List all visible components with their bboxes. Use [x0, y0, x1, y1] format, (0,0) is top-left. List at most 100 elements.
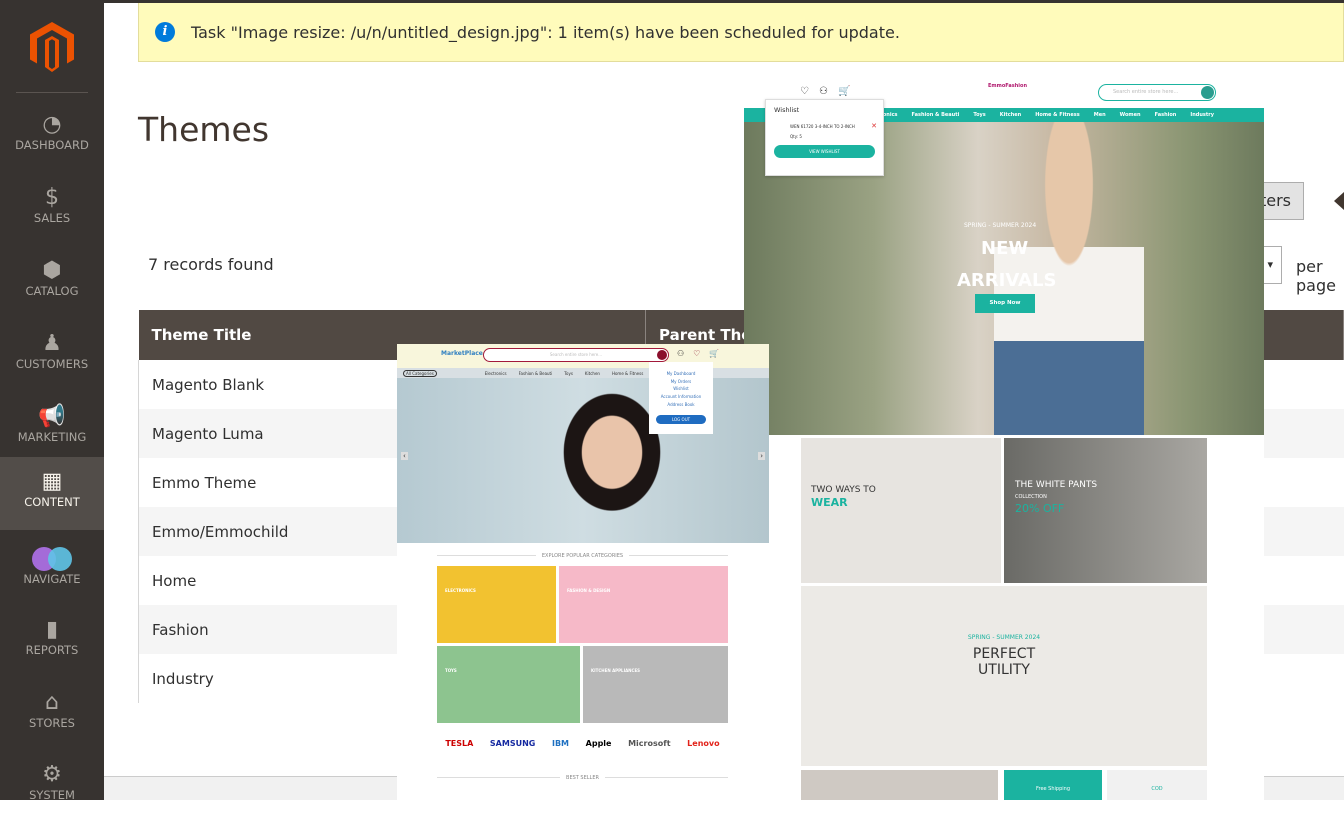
wishlist-title: Wishlist	[774, 106, 800, 114]
menu-item[interactable]: Men	[1094, 112, 1106, 118]
hero-title-1: NEW	[981, 238, 1029, 259]
records-count: 7 records found	[148, 255, 274, 274]
sidebar-item-customers[interactable]: ♟ CUSTOMERS	[0, 319, 104, 392]
view-wishlist-button[interactable]: VIEW WISHLIST	[774, 145, 875, 158]
tile-text: THE WHITE PANTS	[1015, 480, 1098, 490]
hero-title-2: ARRIVALS	[957, 270, 1057, 291]
remove-icon[interactable]: ✕	[871, 122, 877, 130]
sidebar-item-stores[interactable]: ⌂ STORES	[0, 678, 104, 751]
system-message: i Task "Image resize: /u/n/untitled_desi…	[138, 3, 1344, 62]
sidebar-item-catalog[interactable]: ⬢ CATALOG	[0, 246, 104, 319]
tile-text: COLLECTION	[1015, 494, 1047, 500]
user-icon[interactable]: ⚇	[819, 86, 838, 97]
account-dropdown: My Dashboard My Orders Wishlist Account Inf…	[649, 362, 713, 434]
shop-now-button[interactable]: Shop Now	[975, 294, 1035, 313]
cart-icon[interactable]: 🛒	[838, 86, 860, 97]
slider-next-icon[interactable]: ›	[758, 452, 765, 460]
wishlist-item[interactable]: WEN 61720 3-4-INCH TO 2-INCH	[790, 124, 875, 129]
menu-item[interactable]: Toys	[973, 112, 985, 118]
dashboard-icon: ◔	[42, 112, 62, 137]
store-logo: EmmoFashion	[988, 83, 1028, 89]
cart-icon[interactable]: 🛒	[709, 349, 728, 358]
sidebar-item-content[interactable]: ▦ CONTENT	[0, 457, 104, 530]
brand-logo[interactable]: Lenovo	[687, 739, 719, 748]
menu-item[interactable]: Toys	[564, 371, 573, 376]
user-icon[interactable]: ⚇	[677, 349, 693, 358]
store-logo: MarketPlace	[441, 350, 483, 357]
sidebar-item-dashboard[interactable]: ◔ DASHBOARD	[0, 100, 104, 173]
account-menu-item[interactable]: My Dashboard	[649, 370, 713, 378]
tile-text: SPRING - SUMMER 2024	[967, 634, 1041, 641]
info-icon: i	[155, 22, 175, 42]
sidebar-item-navigate[interactable]: NAVIGATE	[0, 534, 104, 607]
brand-logo[interactable]: TESLA	[445, 739, 473, 748]
logout-button[interactable]: LOG OUT	[656, 414, 706, 424]
sidebar-item-reports[interactable]: ▮ REPORTS	[0, 605, 104, 678]
box-icon: ⬢	[42, 258, 62, 283]
sidebar-item-sales[interactable]: $ SALES	[0, 173, 104, 246]
promo-tile-white-pants[interactable]: THE WHITE PANTS COLLECTION 20% OFF	[1004, 438, 1207, 583]
brand-logos: TESLA SAMSUNG IBM Apple Microsoft Lenovo	[437, 728, 728, 758]
pager-prev-icon[interactable]	[1334, 192, 1344, 210]
admin-sidebar: ◔ DASHBOARD $ SALES ⬢ CATALOG ♟ CUSTOMERS 📢 MARKE…	[0, 0, 104, 802]
search-placeholder: Search entire store here...	[549, 352, 603, 357]
slider-prev-icon[interactable]: ‹	[401, 452, 408, 460]
menu-item[interactable]: Home & Fitness	[1035, 112, 1080, 118]
search-icon[interactable]	[1201, 86, 1214, 99]
promo-tile-perfect-utility[interactable]: SPRING - SUMMER 2024 PERFECT UTILITY	[801, 586, 1207, 766]
menu-item[interactable]: Kitchen	[585, 371, 600, 376]
brand-logo[interactable]: Apple	[586, 739, 612, 748]
menu-item[interactable]: Fashion & Beauti	[912, 112, 960, 118]
sidebar-item-label: SALES	[33, 211, 71, 225]
hero-banner: ‹ ›	[397, 378, 769, 543]
promo-tile-two-ways[interactable]: TWO WAYS TO WEAR	[801, 438, 1001, 583]
search-icon[interactable]	[657, 350, 667, 360]
heart-icon[interactable]: ♡	[800, 86, 819, 97]
menu-item[interactable]: Industry	[1190, 112, 1214, 118]
free-shipping-tile: Free Shipping	[1004, 770, 1102, 800]
sidebar-item-label: CONTENT	[24, 495, 80, 509]
brand-logo[interactable]: SAMSUNG	[490, 739, 535, 748]
tile-text: PERFECT	[972, 646, 1036, 662]
category-tile[interactable]: ELECTRONICS	[437, 566, 556, 643]
page-title: Themes	[138, 110, 270, 149]
sidebar-item-label: STORES	[29, 716, 75, 730]
category-tile[interactable]: TOYS	[437, 646, 580, 723]
sidebar-item-marketing[interactable]: 📢 MARKETING	[0, 392, 104, 465]
header-icons: ♡⚇🛒	[800, 86, 860, 97]
per-page-label: per page	[1296, 257, 1336, 295]
menu-item[interactable]: Home & Fitness	[612, 371, 643, 376]
sidebar-item-label: REPORTS	[25, 643, 79, 657]
bar-chart-icon: ▮	[45, 617, 59, 642]
tile-text: 20% OFF	[1015, 502, 1065, 515]
navigate-icon	[0, 546, 104, 572]
hero-kicker: SPRING - SUMMER 2024	[964, 222, 1037, 229]
section-title: EXPLORE POPULAR CATEGORIES	[437, 553, 728, 559]
heart-icon[interactable]: ♡	[693, 349, 709, 358]
store-search[interactable]: Search entire store here...	[483, 348, 669, 362]
menu-item[interactable]: Fashion & Beauti	[519, 371, 553, 376]
sidebar-item-system[interactable]: ⚙ SYSTEM	[0, 750, 104, 823]
sidebar-divider	[16, 92, 88, 93]
section-title: BEST SELLER	[437, 775, 728, 781]
all-categories-button[interactable]: All Categories	[403, 369, 437, 377]
store-search[interactable]: Search entire store here...	[1098, 84, 1216, 101]
fashion-theme-preview: ♡⚇🛒 EmmoFashion Search entire store here…	[744, 80, 1264, 800]
menu-item[interactable]: Kitchen	[1000, 112, 1021, 118]
account-menu-item[interactable]: Address Book	[649, 401, 713, 409]
person-icon: ♟	[42, 331, 62, 356]
category-tile[interactable]: KITCHEN APPLIANCES	[583, 646, 728, 723]
promo-tile[interactable]	[801, 770, 998, 800]
account-menu-item[interactable]: Account Information	[649, 393, 713, 401]
menu-item[interactable]: Fashion	[1155, 112, 1177, 118]
menu-item[interactable]: Electronics	[485, 371, 507, 376]
brand-logo[interactable]: Microsoft	[628, 739, 670, 748]
brand-logo[interactable]: IBM	[552, 739, 569, 748]
account-menu-item[interactable]: Wishlist	[649, 385, 713, 393]
menu-item[interactable]: Women	[1120, 112, 1141, 118]
account-menu-item[interactable]: My Orders	[649, 378, 713, 386]
category-tile[interactable]: FASHION & DESIGN	[559, 566, 728, 643]
sidebar-item-label: DASHBOARD	[15, 138, 89, 152]
sidebar-item-label: CATALOG	[25, 284, 79, 298]
magento-logo[interactable]	[30, 22, 74, 72]
